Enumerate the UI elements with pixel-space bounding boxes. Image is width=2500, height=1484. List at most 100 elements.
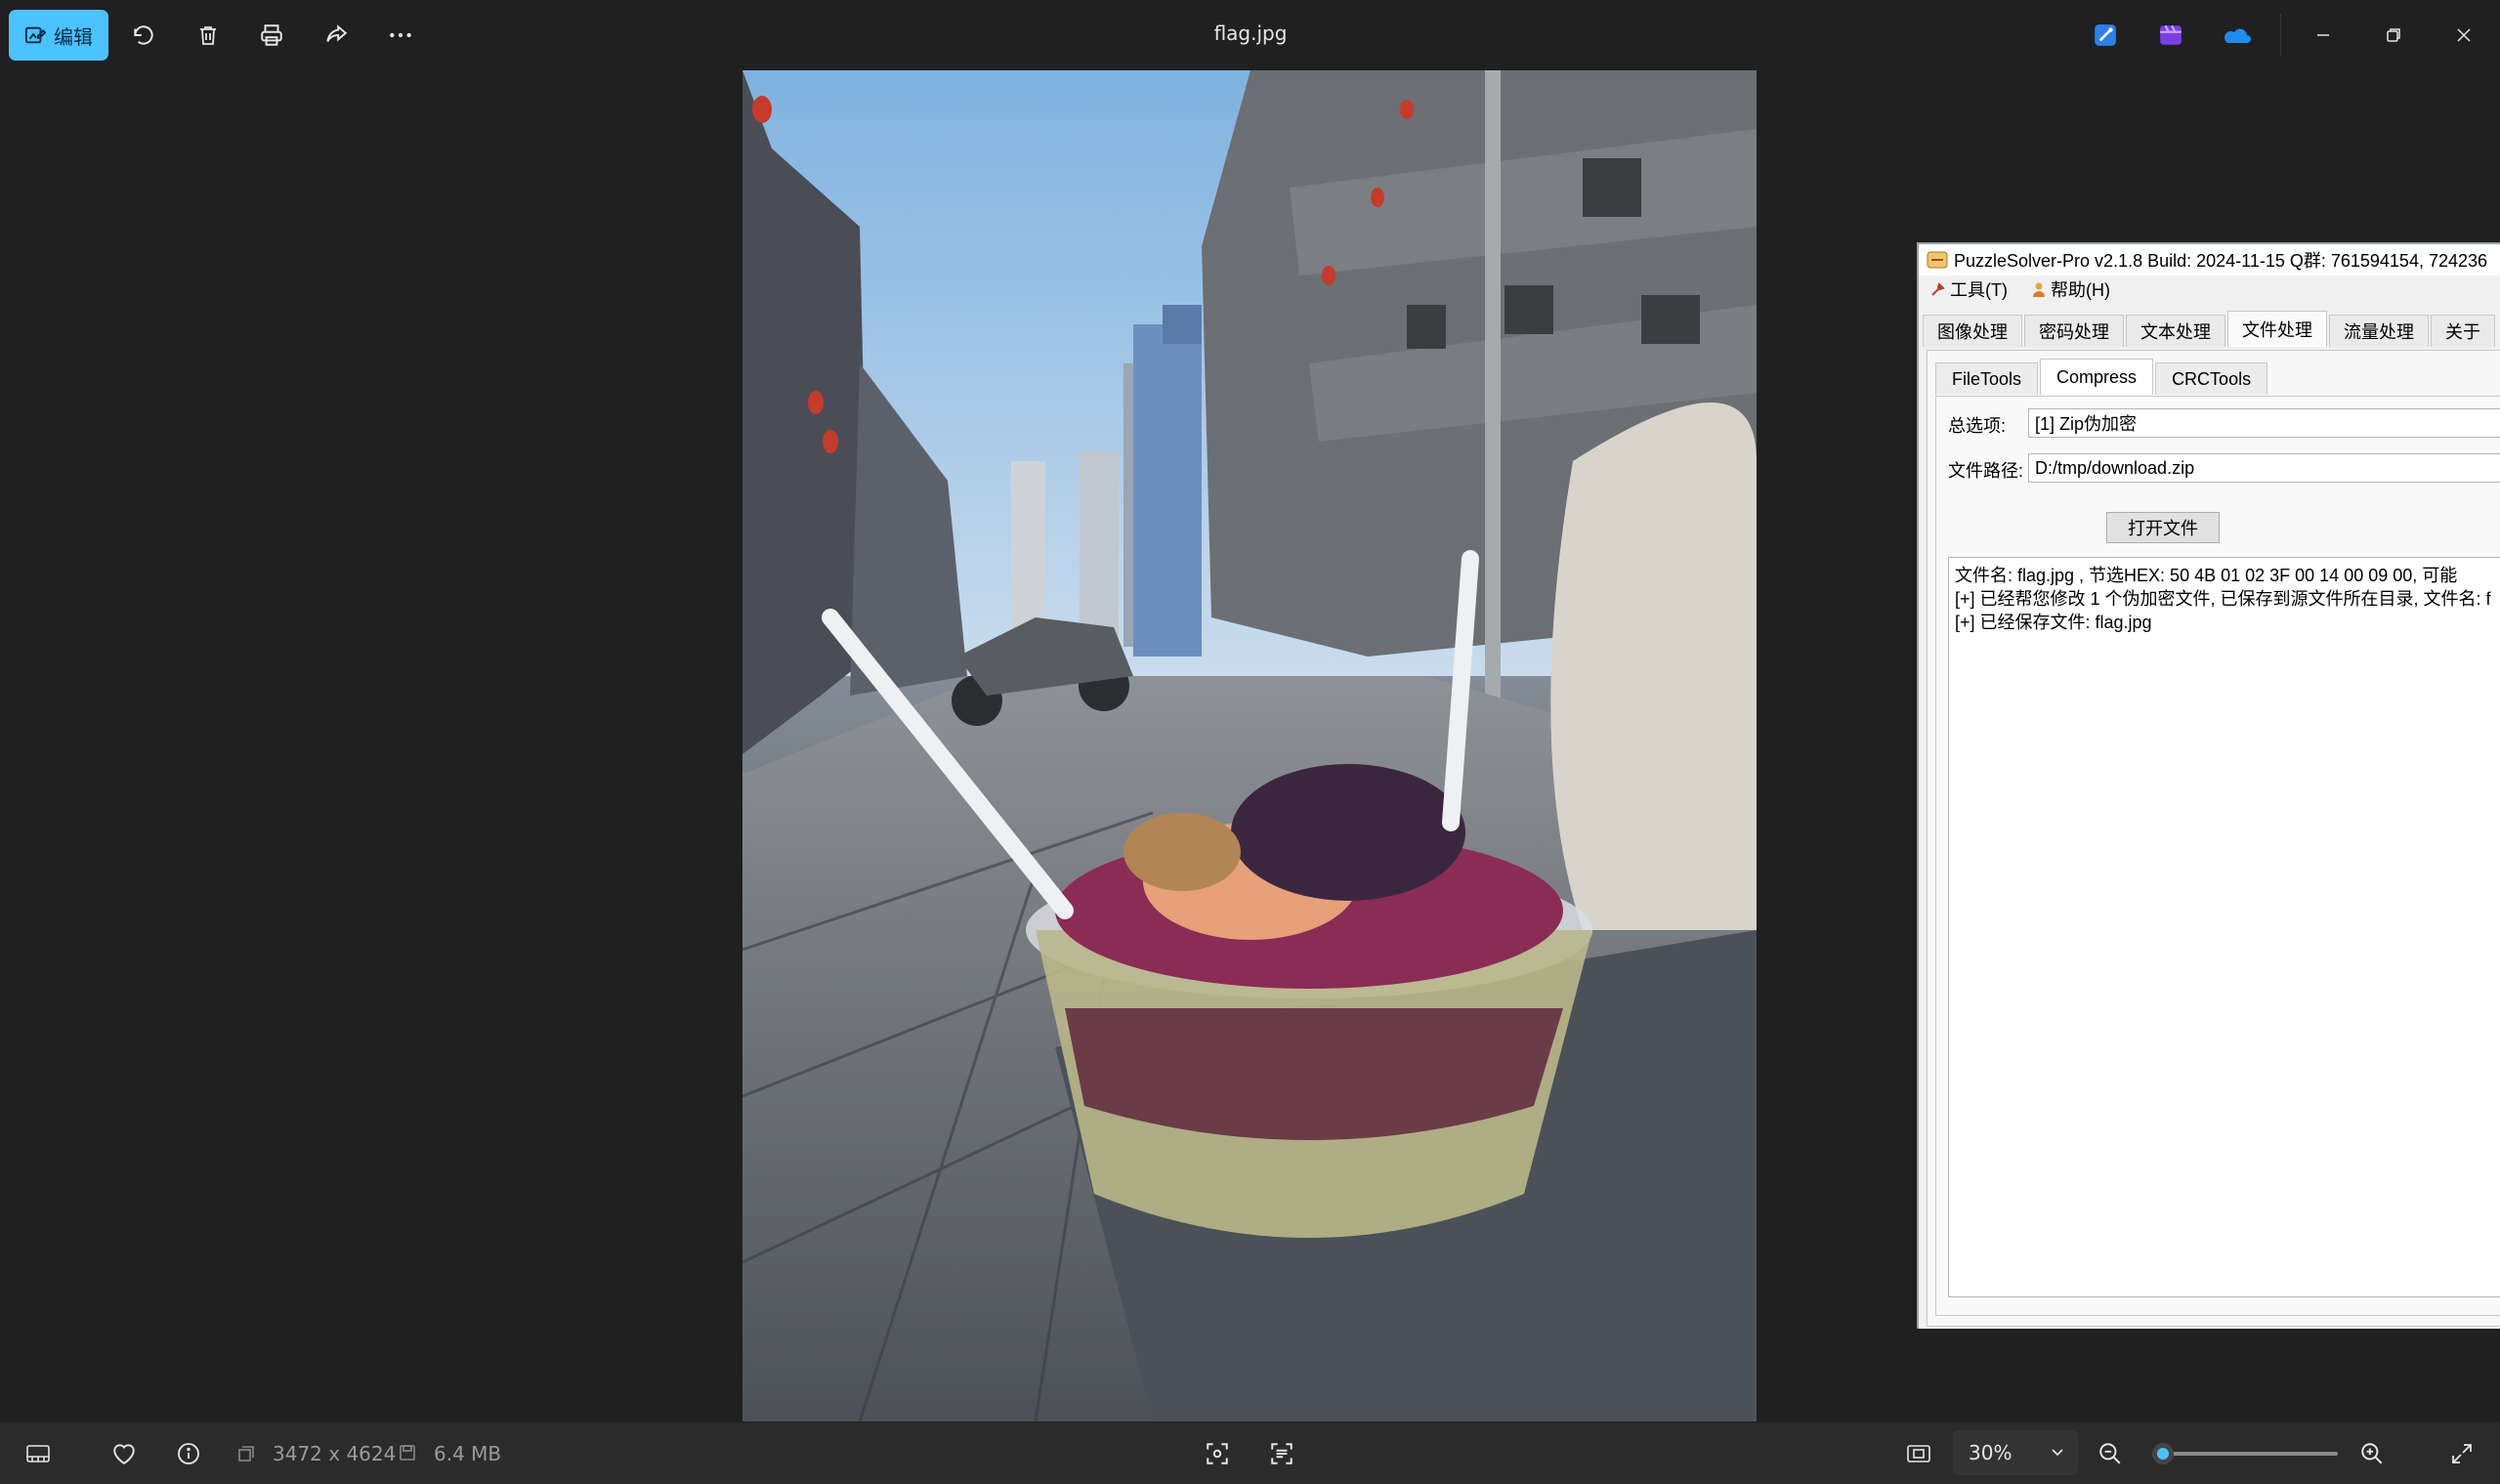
tab-text[interactable]: 文本处理 [2126,315,2225,347]
menu-help-label: 帮助(H) [2050,280,2110,300]
fullscreen-icon [2452,1444,2472,1463]
close-icon [2457,28,2471,42]
visual-search-button[interactable] [1202,1438,1233,1469]
log-line: 文件名: flag.jpg , 节选HEX: 50 4B 01 02 3F 00… [1955,566,2458,585]
minimize-button[interactable] [2302,14,2345,57]
onedrive-button[interactable] [2214,14,2257,57]
subtab-filetools[interactable]: FileTools [1935,362,2039,395]
filmstrip-button[interactable] [22,1438,54,1469]
rotate-icon [134,25,153,45]
filesize-icon [400,1445,415,1461]
fit-to-window-button[interactable] [1903,1438,1934,1469]
tab-file[interactable]: 文件处理 [2227,311,2327,347]
file-tab-body: FileTools Compress CRCTools 总选项: [1] Zip… [1927,350,2500,1327]
path-input-value: D:/tmp/download.zip [2035,457,2195,478]
menu-tools[interactable]: 工具(T) [1930,276,2008,302]
puzzlesolver-title: PuzzleSolver-Pro v2.1.8 Build: 2024-11-1… [1954,251,2488,271]
top-toolbar: 编辑 flag.jpg [0,0,2500,69]
zoom-in-button[interactable] [2356,1438,2388,1469]
tab-image[interactable]: 图像处理 [1923,315,2022,347]
subtab-filetools-label: FileTools [1952,368,2022,389]
status-bar: 3472 x 4624 6.4 MB 30% [0,1422,2500,1484]
filmstrip-icon [26,1445,50,1463]
chevron-down-icon [2052,1449,2063,1457]
clipchamp-icon [2160,24,2182,45]
tab-image-label: 图像处理 [1937,322,2008,342]
zoom-slider-thumb[interactable] [2152,1443,2175,1464]
window-controls-separator [2280,14,2281,57]
subtab-crctools[interactable]: CRCTools [2155,362,2268,395]
puzzlesolver-app-icon [1927,251,1948,269]
favorite-icon [113,1444,135,1464]
help-person-icon [2032,282,2045,297]
puzzlesolver-menubar: 工具(T) 帮助(H) [1919,276,2500,303]
output-log[interactable]: 文件名: flag.jpg , 节选HEX: 50 4B 01 02 3F 00… [1948,557,2500,1297]
rotate-button[interactable] [126,18,161,53]
tab-crypto-label: 密码处理 [2039,322,2109,342]
fullscreen-button[interactable] [2446,1438,2478,1469]
option-label: 总选项: [1948,416,2007,436]
option-select-value: [1] Zip伪加密 [2035,414,2138,434]
text-scan-icon [1271,1443,1292,1464]
more-icon [390,32,411,38]
photo-canvas[interactable] [742,70,1757,1421]
designer-button[interactable] [2084,14,2127,57]
log-line: [+] 已经保存文件: flag.jpg [1955,613,2152,632]
option-select[interactable]: [1] Zip伪加密 [2028,408,2500,438]
path-label: 文件路径: [1948,461,2024,481]
puzzlesolver-titlebar[interactable]: PuzzleSolver-Pro v2.1.8 Build: 2024-11-1… [1919,244,2500,276]
text-scan-button[interactable] [1266,1438,1297,1469]
restore-icon [2387,28,2400,42]
favorite-button[interactable] [108,1438,140,1469]
restore-button[interactable] [2372,14,2415,57]
edit-image-icon [24,26,46,44]
edit-button-label: 编辑 [54,24,93,49]
tab-text-label: 文本处理 [2140,322,2211,342]
zoom-out-button[interactable] [2095,1438,2126,1469]
dimensions-icon [238,1446,254,1462]
print-icon [261,24,282,46]
subtab-compress[interactable]: Compress [2040,359,2154,395]
subtab-compress-label: Compress [2056,366,2138,387]
share-icon [326,24,348,42]
info-icon [178,1443,199,1464]
zoom-slider[interactable] [2152,1443,2338,1464]
share-button[interactable] [318,18,354,53]
fit-icon [1907,1445,1930,1463]
tab-traffic[interactable]: 流量处理 [2329,315,2429,347]
zoom-level-dropdown[interactable]: 30% [1953,1430,2078,1475]
zoom-level-value: 30% [1969,1441,2013,1464]
main-tabs: 图像处理 密码处理 文本处理 文件处理 流量处理 关于 [1923,311,2497,348]
tab-about[interactable]: 关于 [2431,315,2495,347]
compress-panel: 总选项: [1] Zip伪加密 文件路径: D:/tmp/download.zi… [1935,396,2500,1316]
tab-traffic-label: 流量处理 [2344,322,2414,342]
more-button[interactable] [383,18,418,53]
path-input[interactable]: D:/tmp/download.zip [2028,453,2500,483]
visual-search-icon [1207,1443,1228,1464]
edit-button[interactable]: 编辑 [9,10,108,61]
tools-icon [1931,282,1945,296]
menu-help[interactable]: 帮助(H) [2031,276,2110,302]
puzzlesolver-window[interactable]: PuzzleSolver-Pro v2.1.8 Build: 2024-11-1… [1917,242,2500,1329]
clipchamp-button[interactable] [2149,14,2192,57]
street-photo [742,70,1757,1421]
open-file-button[interactable]: 打开文件 [2106,512,2220,543]
zoom-out-icon [2099,1443,2121,1464]
onedrive-icon [2224,28,2251,43]
minimize-icon [2317,34,2329,36]
open-file-button-label: 打开文件 [2128,519,2198,538]
info-button[interactable] [173,1438,204,1469]
tab-about-label: 关于 [2445,322,2480,342]
delete-button[interactable] [191,18,226,53]
tab-crypto[interactable]: 密码处理 [2024,315,2124,347]
designer-icon [2095,24,2116,46]
log-line: [+] 已经帮您修改 1 个伪加密文件, 已保存到源文件所在目录, 文件名: f [1955,589,2491,609]
file-title: flag.jpg [1213,21,1288,45]
close-button[interactable] [2442,14,2485,57]
tab-file-label: 文件处理 [2242,320,2312,340]
subtab-crctools-label: CRCTools [2172,368,2252,389]
sub-tabs: FileTools Compress CRCTools [1935,359,2269,395]
menu-tools-label: 工具(T) [1950,280,2008,300]
print-button[interactable] [254,18,289,53]
delete-icon [200,26,216,45]
